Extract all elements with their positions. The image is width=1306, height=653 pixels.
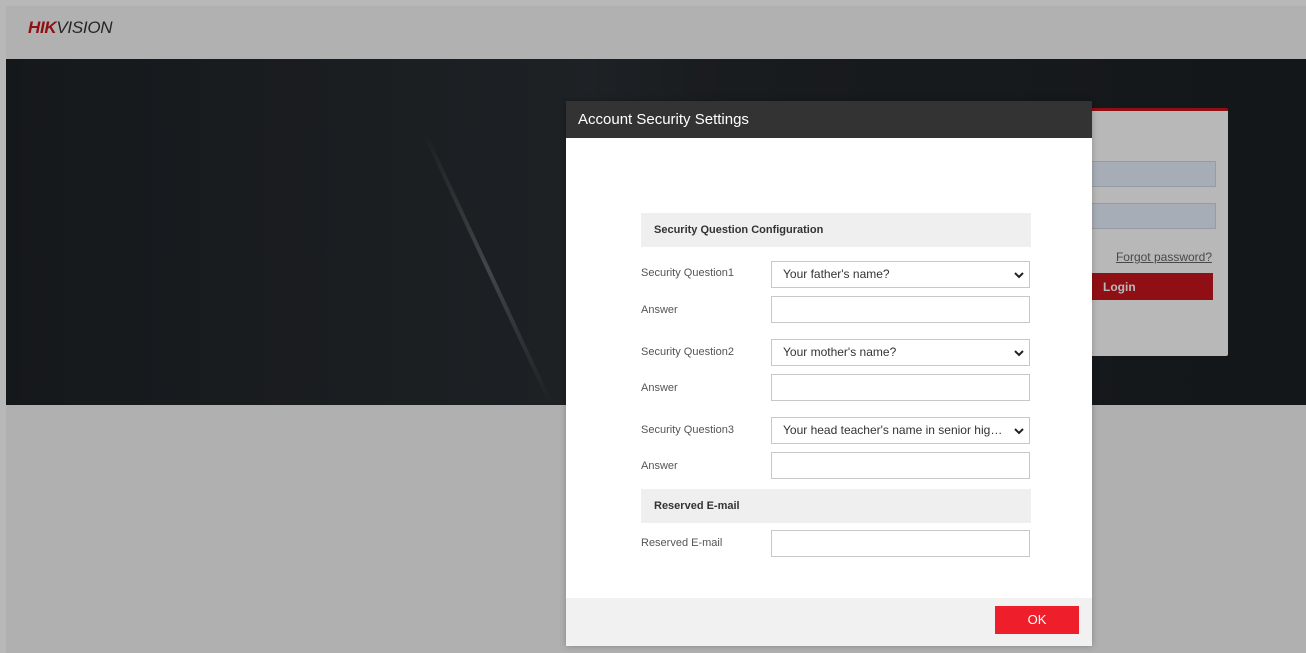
answer-3-input[interactable] xyxy=(771,452,1030,479)
security-question-3-label: Security Question3 xyxy=(641,424,734,436)
reserved-email-section-header: Reserved E-mail xyxy=(641,489,1031,523)
ok-button[interactable]: OK xyxy=(995,606,1079,634)
answer-3-label: Answer xyxy=(641,460,678,472)
security-question-3-value: Your head teacher's name in senior high … xyxy=(783,423,1005,437)
security-question-1-label: Security Question1 xyxy=(641,267,734,279)
dialog-footer: OK xyxy=(566,598,1092,646)
security-question-1-select[interactable]: Your father's name? xyxy=(771,261,1030,288)
answer-1-label: Answer xyxy=(641,304,678,316)
reserved-email-input[interactable] xyxy=(771,530,1030,557)
answer-1-input[interactable] xyxy=(771,296,1030,323)
answer-2-input[interactable] xyxy=(771,374,1030,401)
security-question-2-label: Security Question2 xyxy=(641,346,734,358)
security-question-2-value: Your mother's name? xyxy=(783,345,897,359)
security-question-3-select[interactable]: Your head teacher's name in senior high … xyxy=(771,417,1030,444)
chevron-down-icon xyxy=(1014,272,1024,279)
security-question-1-value: Your father's name? xyxy=(783,267,890,281)
dialog-title: Account Security Settings xyxy=(566,101,1092,138)
account-security-dialog: Account Security Settings Security Quest… xyxy=(566,101,1092,646)
dialog-body: Security Question Configuration Security… xyxy=(566,138,1092,598)
reserved-email-label: Reserved E-mail xyxy=(641,537,723,549)
chevron-down-icon xyxy=(1014,350,1024,357)
page: HIKVISION Forgot password? Login Account… xyxy=(0,0,1306,653)
chevron-down-icon xyxy=(1014,428,1024,435)
answer-2-label: Answer xyxy=(641,382,678,394)
security-question-2-select[interactable]: Your mother's name? xyxy=(771,339,1030,366)
security-question-section-header: Security Question Configuration xyxy=(641,213,1031,247)
